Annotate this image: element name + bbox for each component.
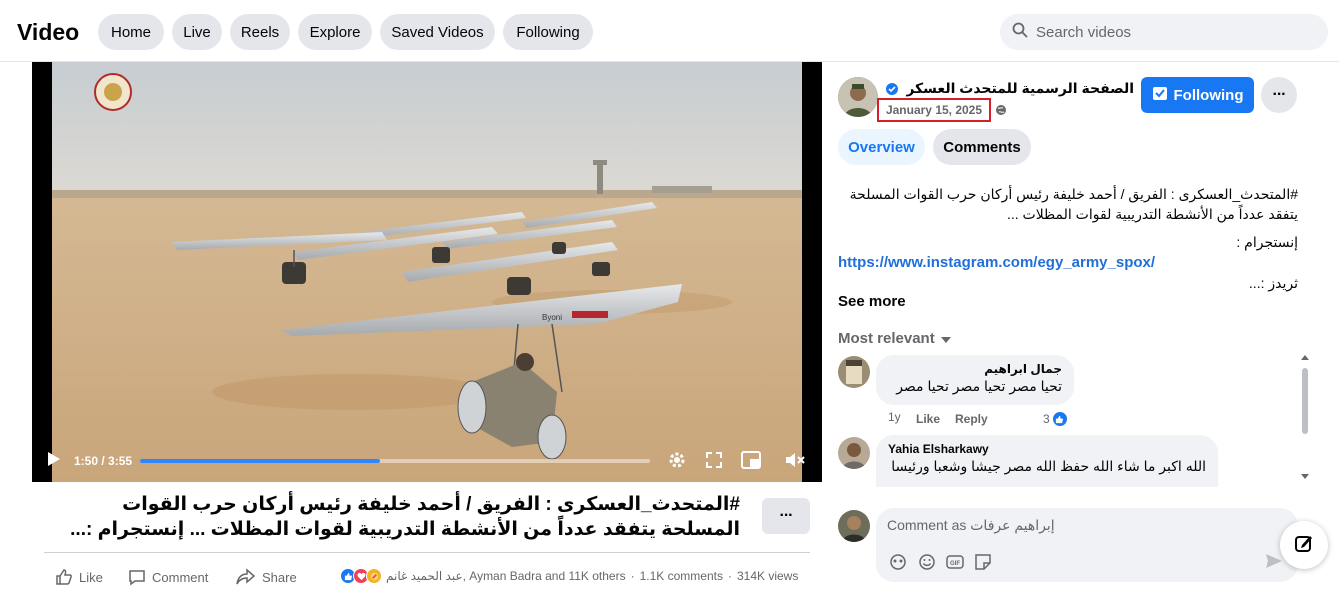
play-icon[interactable] [46,450,62,468]
compose-pencil-icon [1294,533,1314,558]
video-more-button[interactable]: ··· [762,498,810,534]
comment-reply-link[interactable]: Reply [955,412,988,426]
reaction-summary[interactable]: عبد الحميد غانم, Ayman Badra and 11K oth… [340,568,798,584]
views-count: 314K views [736,569,799,583]
like-reaction-icon [1051,411,1068,427]
comment-text: تحيا مصر تحيا مصر تحيا مصر [896,378,1062,394]
commenter-avatar[interactable] [838,437,870,469]
sort-label: Most relevant [838,330,935,347]
nav-live[interactable]: Live [172,14,222,50]
wing-logo-text: Byoni [542,313,562,322]
nav-home[interactable]: Home [98,14,164,50]
avatar-sticker-icon[interactable] [889,553,907,571]
following-check-icon [1152,85,1168,105]
comment-bubble: Yahia Elsharkawy الله اكبر ما شاء الله ح… [876,435,1218,487]
tab-comments[interactable]: Comments [933,129,1031,165]
comment-sort-dropdown[interactable]: Most relevant [838,330,951,347]
thumbs-up-icon [56,569,72,585]
comment-bubble: جمال ابراهيم تحيا مصر تحيا مصر تحيا مصر [876,355,1074,405]
share-button[interactable]: Share [236,568,297,586]
comment-author[interactable]: Yahia Elsharkawy [888,442,1206,456]
comments-count[interactable]: 1.1K comments [640,569,723,583]
svg-text:GIF: GIF [950,561,960,567]
comment-icon [129,570,145,586]
comment-age[interactable]: 1y [888,410,901,424]
reaction-count: 3 [1043,412,1050,426]
see-more-link[interactable]: See more [838,293,906,310]
emoji-icon[interactable] [918,553,936,571]
search-input[interactable] [1036,23,1316,41]
settings-gear-icon[interactable] [666,449,688,471]
following-button[interactable]: Following [1141,77,1254,113]
post-date[interactable]: January 15, 2025 [877,98,991,122]
care-reaction-icon [366,568,382,584]
post-description: #المتحدث_العسكرى : الفريق / أحمد خليفة ر… [849,186,1298,222]
video-player[interactable]: Byoni 1:50 / 3:55 [32,62,822,482]
commenter-avatar[interactable] [838,356,870,388]
comment-composer[interactable]: Comment as إبراهيم عرفات GIF [876,508,1298,582]
fullscreen-icon[interactable] [705,451,723,469]
like-label: Like [79,569,103,585]
gif-icon[interactable]: GIF [946,553,964,571]
dot-separator: · [727,569,732,583]
like-button[interactable]: Like [55,568,103,586]
nav-reels[interactable]: Reels [230,14,290,50]
progress-bar[interactable] [140,459,650,463]
comments-scrollbar[interactable] [1300,352,1310,484]
dot-separator: · [630,569,635,583]
video-frame: Byoni [52,62,802,482]
time-display: 1:50 / 3:55 [74,454,133,468]
page-name[interactable]: الصفحة الرسمية للمتحدث العسكرى... [906,80,1134,97]
search-icon [1012,22,1028,43]
comment-input[interactable]: Comment as إبراهيم عرفات [887,517,1055,534]
nav-explore[interactable]: Explore [298,14,372,50]
send-icon[interactable] [1265,552,1283,570]
video-title: #المتحدث_العسكرى : الفريق / أحمد خليفة ر… [70,494,740,540]
page-avatar[interactable] [838,77,878,117]
nav-saved-videos[interactable]: Saved Videos [380,14,495,50]
share-icon [236,568,256,585]
verified-badge-icon [886,82,898,95]
divider [44,552,810,553]
top-bar: Video Home Live Reels Explore Saved Vide… [0,0,1339,62]
sticker-icon[interactable] [974,553,992,571]
comment-like-link[interactable]: Like [916,412,940,426]
instagram-link[interactable]: https://www.instagram.com/egy_army_spox/ [838,254,1155,271]
comment-text: الله اكبر ما شاء الله حفظ الله مصر جيشا … [891,458,1206,474]
comment-author[interactable]: جمال ابراهيم [888,362,1062,376]
more-dots-icon: ··· [1272,86,1287,103]
globe-icon [995,103,1007,121]
new-message-button[interactable] [1280,521,1328,569]
page-more-button[interactable]: ··· [1261,77,1297,113]
share-label: Share [262,569,297,585]
duration: 3:55 [108,454,133,468]
progress-fill [140,459,380,463]
comment-reaction-count[interactable]: 3 [1043,411,1068,427]
comment-button[interactable]: Comment [128,568,208,586]
page-title: Video [17,19,80,45]
caret-down-icon [940,330,951,347]
reactions-text: عبد الحميد غانم, Ayman Badra and 11K oth… [386,569,626,583]
nav-following[interactable]: Following [503,14,593,50]
comment-label: Comment [152,569,209,585]
user-avatar[interactable] [838,510,870,542]
search-box[interactable] [1000,14,1328,50]
current-time: 1:50 [74,454,99,468]
instagram-label: إنستجرام : [1236,234,1298,250]
picture-in-picture-icon[interactable] [740,449,762,471]
following-label: Following [1173,86,1244,104]
more-dots-icon: ··· [779,507,794,524]
mute-icon[interactable] [784,449,806,471]
tab-overview[interactable]: Overview [838,129,925,165]
threads-label: ثريدز :... [1248,275,1298,291]
